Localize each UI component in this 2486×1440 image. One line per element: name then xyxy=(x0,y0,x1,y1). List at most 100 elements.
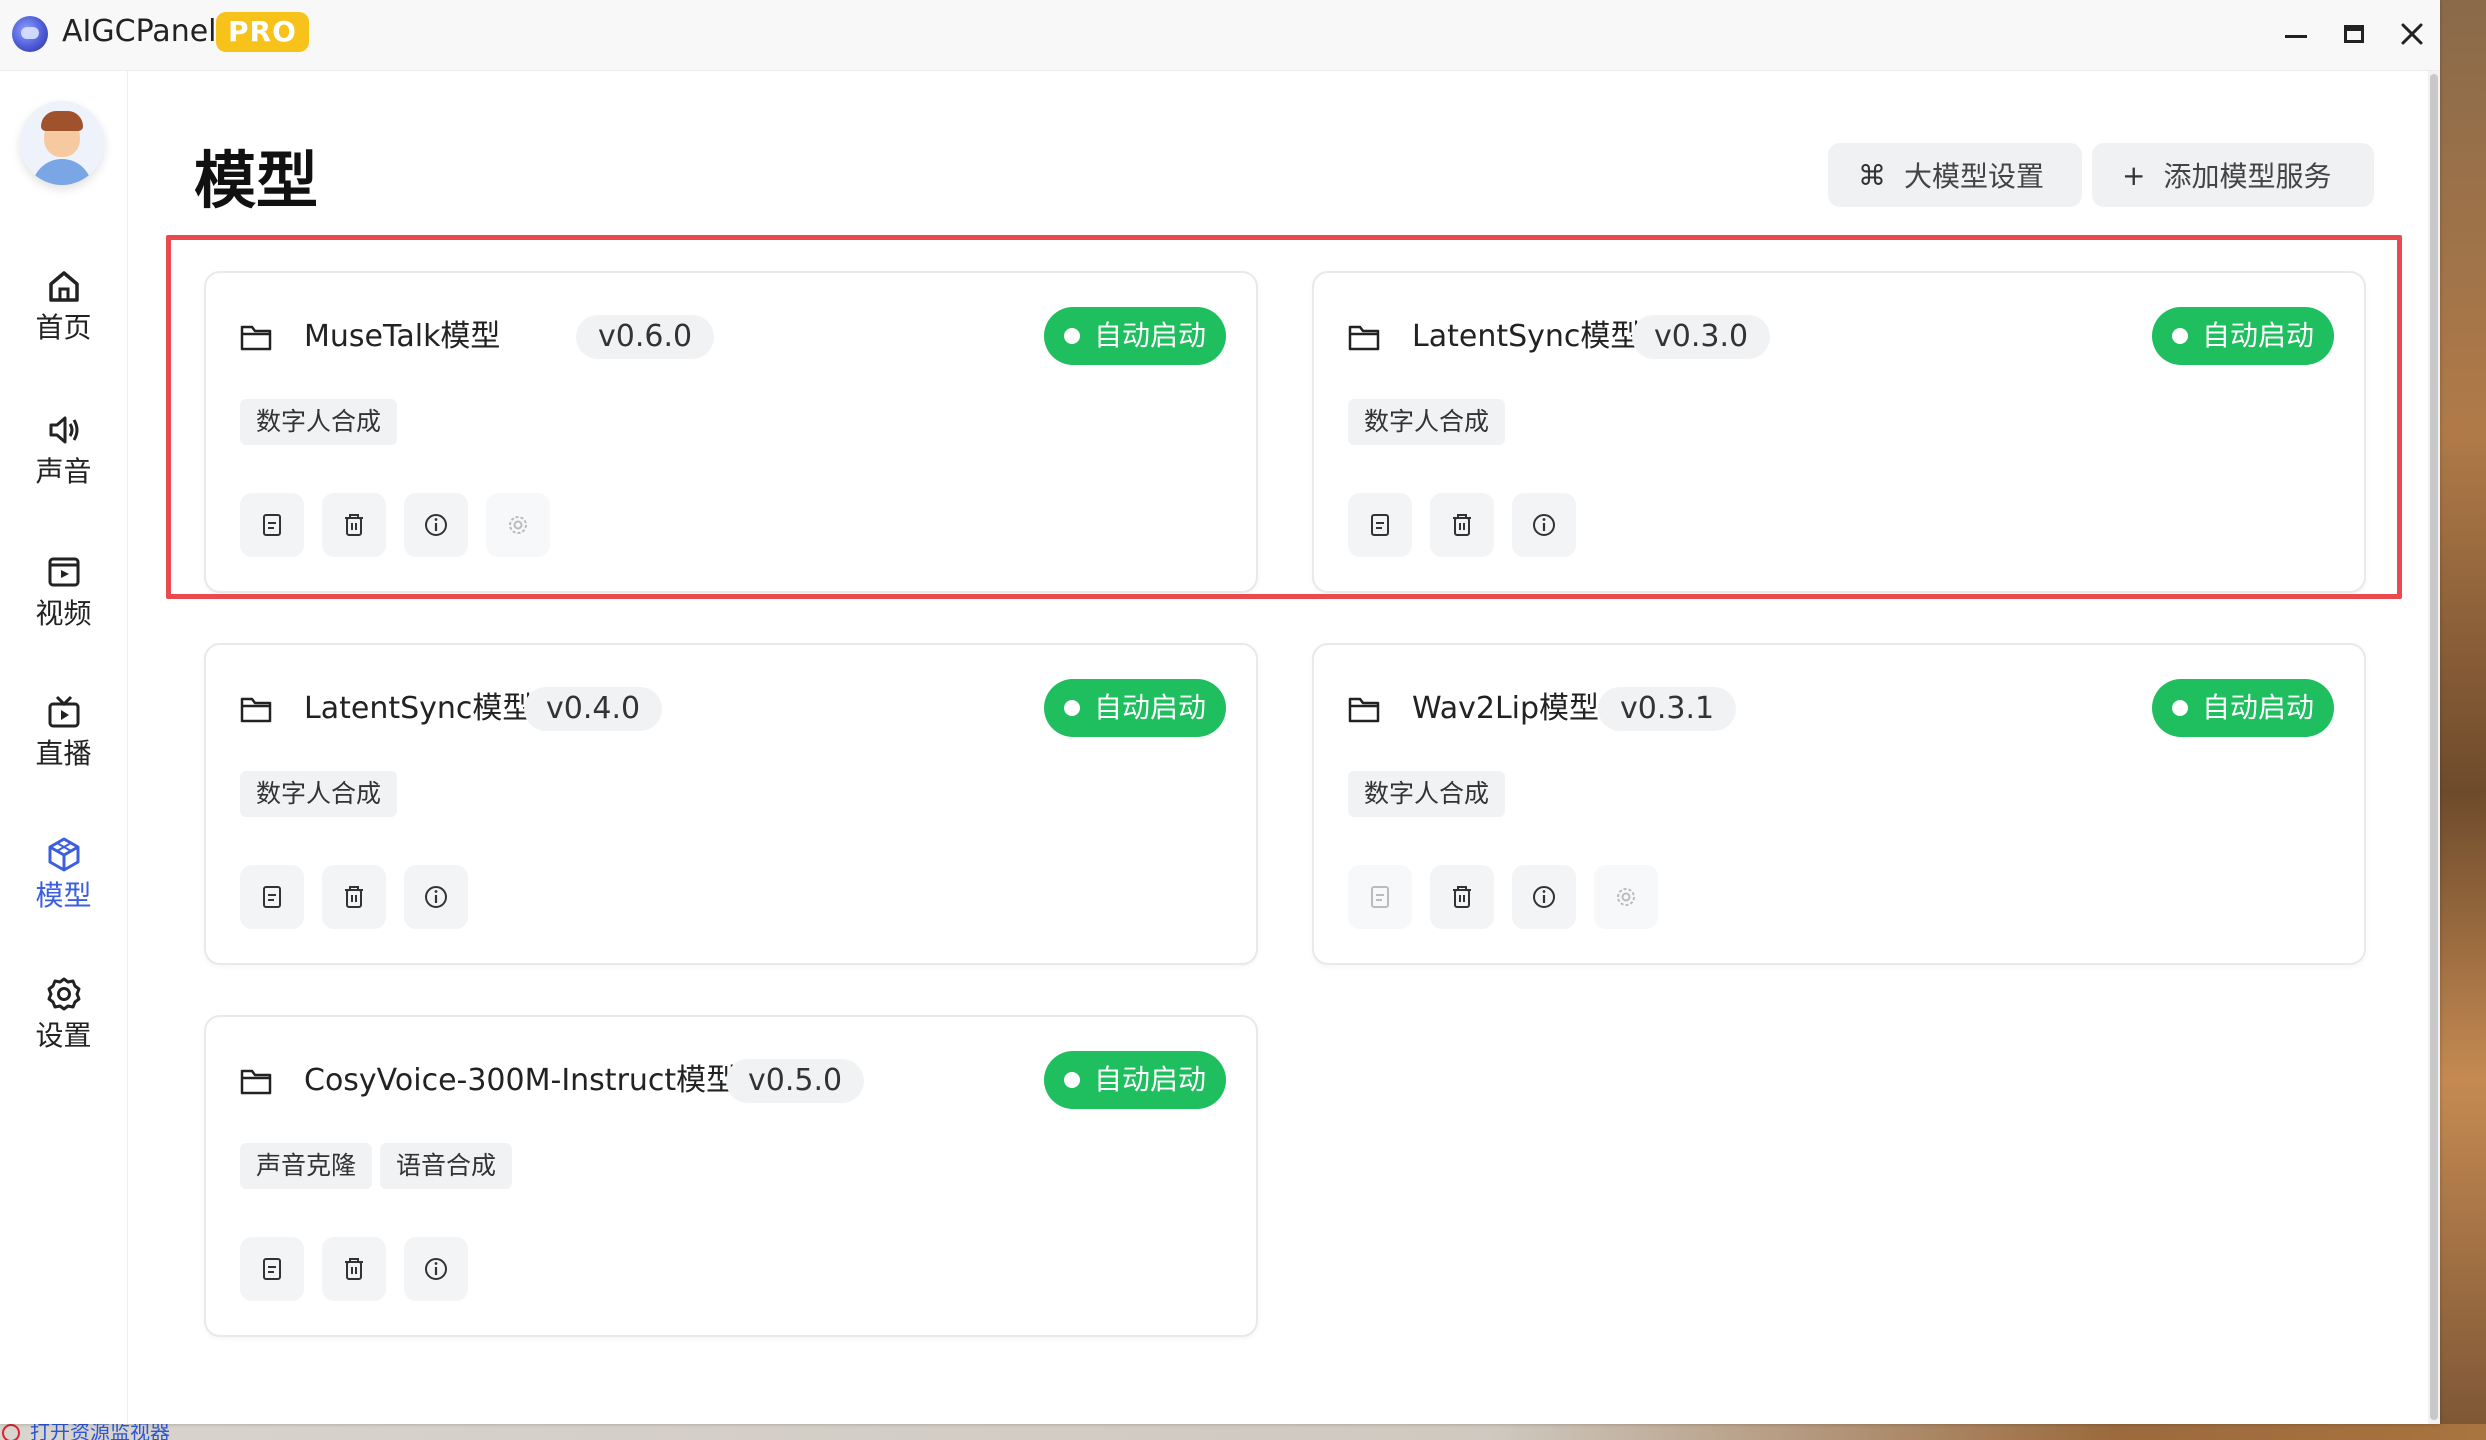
info-button[interactable] xyxy=(1512,493,1576,557)
tv-icon xyxy=(48,695,79,728)
auto-start-badge[interactable]: 自动启动 xyxy=(1043,1051,1226,1109)
document-icon xyxy=(263,886,281,908)
model-card: MuseTalk模型 v0.6.0 自动启动 数字人合成 xyxy=(204,271,1258,593)
info-button[interactable] xyxy=(1512,865,1576,929)
folder-icon xyxy=(240,1069,272,1095)
main-content: 模型 ⌘ 大模型设置 + 添加模型服务 MuseTalk模型 v0.6.0 自动… xyxy=(128,71,2440,1424)
sidebar-item-label: 首页 xyxy=(35,311,92,344)
settings-button[interactable] xyxy=(1594,865,1658,929)
trash-icon xyxy=(345,514,363,536)
tag: 声音克隆 xyxy=(240,1143,373,1189)
maximize-button[interactable] xyxy=(2332,12,2376,56)
gear-icon xyxy=(47,977,80,1011)
version-badge: v0.4.0 xyxy=(524,687,663,731)
sidebar-item-label: 设置 xyxy=(35,1019,92,1052)
tag: 数字人合成 xyxy=(240,771,398,817)
maximize-icon xyxy=(2344,25,2364,43)
info-button[interactable] xyxy=(404,493,468,557)
model-name: LatentSync模型 xyxy=(304,691,533,726)
sidebar-item-label: 模型 xyxy=(35,879,92,912)
minimize-icon xyxy=(2285,34,2307,38)
info-icon xyxy=(425,514,447,536)
model-name: MuseTalk模型 xyxy=(304,319,501,354)
delete-button[interactable] xyxy=(1430,493,1494,557)
auto-start-badge[interactable]: 自动启动 xyxy=(2151,679,2334,737)
tag: 数字人合成 xyxy=(1348,771,1506,817)
delete-button[interactable] xyxy=(322,865,386,929)
close-button[interactable] xyxy=(2390,12,2434,56)
scrollbar-thumb[interactable] xyxy=(2430,74,2438,1420)
gear-icon xyxy=(1617,888,1635,906)
command-icon: ⌘ xyxy=(1858,158,1886,192)
auto-start-badge[interactable]: 自动启动 xyxy=(2151,307,2334,365)
model-card: Wav2Lip模型 v0.3.1 自动启动 数字人合成 xyxy=(1312,643,2366,965)
trash-icon xyxy=(1453,514,1471,536)
log-button[interactable] xyxy=(1348,865,1412,929)
version-badge: v0.5.0 xyxy=(726,1059,865,1103)
trash-icon xyxy=(345,886,363,908)
delete-button[interactable] xyxy=(322,493,386,557)
video-icon xyxy=(48,557,79,587)
sidebar-item-settings[interactable]: 设置 xyxy=(0,959,127,1069)
model-name: Wav2Lip模型 xyxy=(1412,691,1600,726)
auto-start-badge[interactable]: 自动启动 xyxy=(1043,307,1226,365)
sidebar-item-label: 声音 xyxy=(35,455,92,488)
info-button[interactable] xyxy=(404,865,468,929)
version-badge: v0.3.1 xyxy=(1598,687,1737,731)
close-icon xyxy=(2401,23,2423,45)
tag-list: 声音克隆 语音合成 xyxy=(240,1143,513,1189)
taskbar-hint[interactable]: 打开资源监视器 xyxy=(0,1424,260,1440)
add-model-service-label: 添加模型服务 xyxy=(2163,160,2332,193)
card-actions xyxy=(240,865,468,929)
tag-list: 数字人合成 xyxy=(240,771,398,817)
trash-icon xyxy=(1453,886,1471,908)
card-actions xyxy=(1348,493,1576,557)
home-icon xyxy=(48,271,79,302)
auto-start-badge[interactable]: 自动启动 xyxy=(1043,679,1226,737)
desktop-bottom-strip xyxy=(0,1424,2486,1440)
folder-icon xyxy=(1348,697,1380,723)
tag-list: 数字人合成 xyxy=(1348,771,1506,817)
info-icon xyxy=(1533,886,1555,908)
log-button[interactable] xyxy=(240,1237,304,1301)
resource-monitor-icon xyxy=(2,1424,20,1440)
minimize-button[interactable] xyxy=(2274,12,2318,56)
add-model-service-button[interactable]: + 添加模型服务 xyxy=(2092,143,2374,207)
title-bar: AIGCPanel PRO xyxy=(0,0,2440,71)
speaker-icon xyxy=(49,416,78,444)
plus-icon: + xyxy=(2122,158,2146,192)
card-actions xyxy=(240,493,550,557)
model-card: CosyVoice-300M-Instruct模型 v0.5.0 自动启动 声音… xyxy=(204,1015,1258,1337)
pro-badge: PRO xyxy=(216,12,309,52)
sidebar-item-voice[interactable]: 声音 xyxy=(0,395,127,505)
trash-icon xyxy=(345,1258,363,1280)
info-icon xyxy=(425,1258,447,1280)
info-icon xyxy=(1533,514,1555,536)
sidebar-item-models[interactable]: 模型 xyxy=(0,819,127,929)
delete-button[interactable] xyxy=(1430,865,1494,929)
log-button[interactable] xyxy=(240,493,304,557)
llm-settings-button[interactable]: ⌘ 大模型设置 xyxy=(1828,143,2082,207)
version-badge: v0.3.0 xyxy=(1632,315,1771,359)
tag-list: 数字人合成 xyxy=(1348,399,1506,445)
cube-icon xyxy=(48,837,79,872)
app-window: AIGCPanel PRO 首页 声音 视频 直播 模型 设置 模型 ⌘ 大模型… xyxy=(0,0,2440,1424)
gear-icon xyxy=(509,516,527,534)
info-button[interactable] xyxy=(404,1237,468,1301)
document-icon xyxy=(1371,514,1389,536)
tag: 数字人合成 xyxy=(1348,399,1506,445)
sidebar-item-video[interactable]: 视频 xyxy=(0,537,127,647)
folder-icon xyxy=(1348,325,1380,351)
log-button[interactable] xyxy=(240,865,304,929)
log-button[interactable] xyxy=(1348,493,1412,557)
page-title: 模型 xyxy=(194,144,319,217)
folder-icon xyxy=(240,325,272,351)
folder-icon xyxy=(240,697,272,723)
settings-button[interactable] xyxy=(486,493,550,557)
model-name: CosyVoice-300M-Instruct模型 xyxy=(304,1063,737,1098)
sidebar-item-live[interactable]: 直播 xyxy=(0,677,127,787)
sidebar-item-home[interactable]: 首页 xyxy=(0,251,127,361)
avatar[interactable] xyxy=(20,101,104,185)
delete-button[interactable] xyxy=(322,1237,386,1301)
sidebar-item-label: 直播 xyxy=(35,737,92,770)
